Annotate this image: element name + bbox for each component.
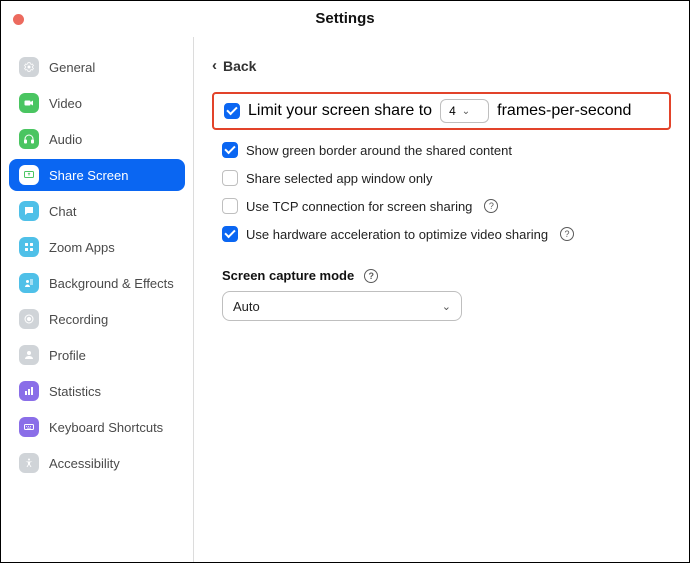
settings-window: Settings General Video Audio Share Screen Ch…: [0, 0, 690, 563]
tcp-row: Use TCP connection for screen sharing ?: [212, 192, 671, 220]
sidebar-item-recording[interactable]: Recording: [9, 303, 185, 335]
hw-accel-row: Use hardware acceleration to optimize vi…: [212, 220, 671, 248]
hw-accel-label: Use hardware acceleration to optimize vi…: [246, 227, 548, 242]
sidebar-item-label: Profile: [49, 348, 86, 363]
back-label: Back: [223, 58, 256, 74]
apps-icon: [19, 237, 39, 257]
sidebar-item-audio[interactable]: Audio: [9, 123, 185, 155]
stats-icon: [19, 381, 39, 401]
gear-icon: [19, 57, 39, 77]
sidebar-item-label: Audio: [49, 132, 82, 147]
sidebar-item-label: Video: [49, 96, 82, 111]
sidebar-item-label: Keyboard Shortcuts: [49, 420, 163, 435]
green-border-row: Show green border around the shared cont…: [212, 136, 671, 164]
app-window-only-checkbox[interactable]: [222, 170, 238, 186]
fps-select[interactable]: 4 ⌄: [440, 99, 489, 123]
help-icon[interactable]: ?: [484, 199, 498, 213]
close-window-button[interactable]: [13, 14, 24, 25]
profile-icon: [19, 345, 39, 365]
capture-mode-value: Auto: [233, 299, 260, 314]
sidebar-item-statistics[interactable]: Statistics: [9, 375, 185, 407]
sidebar-item-chat[interactable]: Chat: [9, 195, 185, 227]
capture-mode-select[interactable]: Auto ⌄: [222, 291, 462, 321]
sidebar-item-label: Chat: [49, 204, 76, 219]
limit-fps-checkbox[interactable]: [224, 103, 240, 119]
app-window-only-label: Share selected app window only: [246, 171, 432, 186]
capture-mode-label-row: Screen capture mode ?: [222, 268, 671, 283]
chevron-left-icon: ‹: [212, 57, 217, 74]
sidebar-item-label: General: [49, 60, 95, 75]
window-title: Settings: [315, 10, 374, 27]
green-border-checkbox[interactable]: [222, 142, 238, 158]
chevron-down-icon: ⌄: [442, 300, 451, 313]
help-icon[interactable]: ?: [364, 269, 378, 283]
bg-icon: [19, 273, 39, 293]
sidebar-item-general[interactable]: General: [9, 51, 185, 83]
back-button[interactable]: ‹ Back: [212, 53, 256, 92]
sidebar-item-background-effects[interactable]: Background & Effects: [9, 267, 185, 299]
help-icon[interactable]: ?: [560, 227, 574, 241]
settings-sidebar: General Video Audio Share Screen Chat Zoom Ap…: [1, 37, 194, 562]
green-border-label: Show green border around the shared cont…: [246, 143, 512, 158]
keyboard-icon: [19, 417, 39, 437]
tcp-checkbox[interactable]: [222, 198, 238, 214]
chat-icon: [19, 201, 39, 221]
settings-content: ‹ Back Limit your screen share to 4 ⌄ fr…: [194, 37, 689, 562]
limit-fps-row: Limit your screen share to 4 ⌄ frames-pe…: [212, 92, 671, 130]
fps-value: 4: [449, 104, 456, 118]
headphones-icon: [19, 129, 39, 149]
limit-fps-label-post: frames-per-second: [497, 102, 631, 120]
sidebar-item-label: Accessibility: [49, 456, 120, 471]
sidebar-item-video[interactable]: Video: [9, 87, 185, 119]
capture-mode-label: Screen capture mode: [222, 268, 354, 283]
sidebar-item-zoom-apps[interactable]: Zoom Apps: [9, 231, 185, 263]
sidebar-item-profile[interactable]: Profile: [9, 339, 185, 371]
sidebar-item-accessibility[interactable]: Accessibility: [9, 447, 185, 479]
sidebar-item-label: Share Screen: [49, 168, 129, 183]
sidebar-item-label: Background & Effects: [49, 276, 174, 291]
sidebar-item-label: Statistics: [49, 384, 101, 399]
accessibility-icon: [19, 453, 39, 473]
sidebar-item-share-screen[interactable]: Share Screen: [9, 159, 185, 191]
sidebar-item-label: Recording: [49, 312, 108, 327]
sidebar-item-label: Zoom Apps: [49, 240, 115, 255]
tcp-label: Use TCP connection for screen sharing: [246, 199, 472, 214]
record-icon: [19, 309, 39, 329]
camera-icon: [19, 93, 39, 113]
titlebar: Settings: [1, 1, 689, 37]
hw-accel-checkbox[interactable]: [222, 226, 238, 242]
limit-fps-label-pre: Limit your screen share to: [248, 102, 432, 120]
chevron-down-icon: ⌄: [462, 106, 470, 117]
sidebar-item-keyboard-shortcuts[interactable]: Keyboard Shortcuts: [9, 411, 185, 443]
app-window-only-row: Share selected app window only: [212, 164, 671, 192]
share-icon: [19, 165, 39, 185]
